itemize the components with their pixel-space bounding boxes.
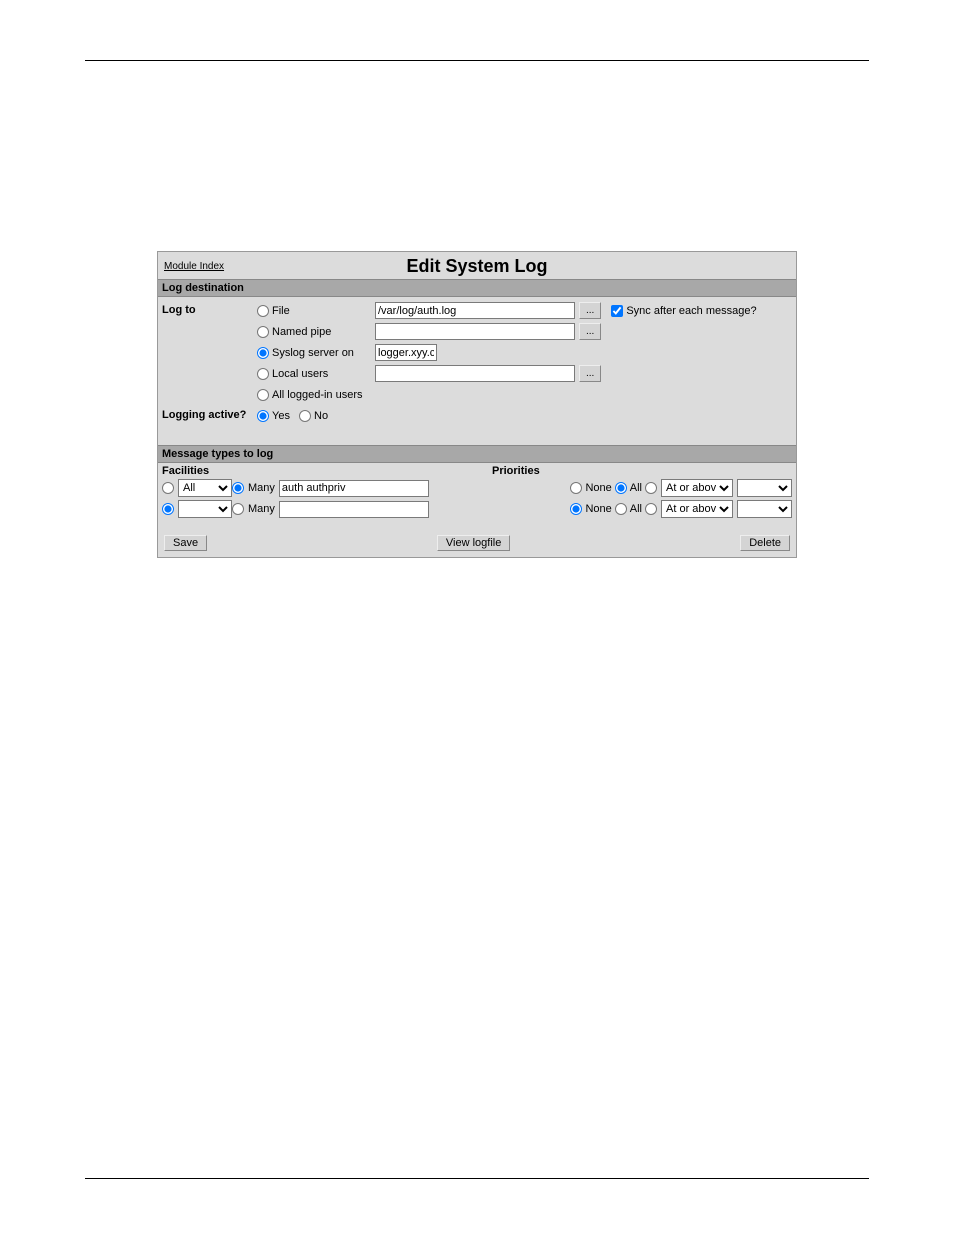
log-to-named-pipe-label: Named pipe: [272, 326, 331, 338]
priority-level-radio-2[interactable]: [645, 503, 657, 515]
log-to-file-label: File: [272, 305, 290, 317]
sync-label: Sync after each message?: [626, 305, 756, 317]
facility-select-2[interactable]: [178, 500, 232, 518]
syslog-server-input[interactable]: [375, 344, 437, 361]
facility-select-1[interactable]: All: [178, 479, 232, 497]
log-to-named-pipe-radio[interactable]: [257, 326, 269, 338]
log-to-syslog-label: Syslog server on: [272, 347, 354, 359]
edit-system-log-panel: Module Index Edit System Log Log destina…: [157, 251, 797, 558]
log-to-syslog-radio[interactable]: [257, 347, 269, 359]
view-logfile-button[interactable]: View logfile: [437, 535, 510, 551]
logging-active-no-radio[interactable]: [299, 410, 311, 422]
logging-active-yes-label: Yes: [272, 410, 290, 422]
priority-all-radio-1[interactable]: [615, 482, 627, 494]
module-index-link[interactable]: Module Index: [164, 261, 224, 272]
priority-level-select-2[interactable]: [737, 500, 792, 518]
action-row: Save View logfile Delete: [158, 529, 796, 557]
sync-checkbox[interactable]: [611, 305, 623, 317]
priority-all-radio-2[interactable]: [615, 503, 627, 515]
log-to-all-users-label: All logged-in users: [272, 389, 363, 401]
priority-none-label-2: None: [585, 503, 611, 515]
priority-none-radio-2[interactable]: [570, 503, 582, 515]
facilities-header: Facilities: [162, 465, 492, 477]
column-headers: Facilities Priorities: [158, 463, 796, 479]
logging-active-yes-radio[interactable]: [257, 410, 269, 422]
named-pipe-browse-button[interactable]: ...: [579, 323, 601, 340]
log-to-local-users-label: Local users: [272, 368, 328, 380]
log-to-file-radio[interactable]: [257, 305, 269, 317]
page-title: Edit System Log: [224, 256, 730, 277]
priority-all-label-1: All: [630, 482, 642, 494]
logging-active-label: Logging active?: [162, 406, 257, 421]
facility-many-input-2[interactable]: [279, 501, 429, 518]
log-to-all-users-radio[interactable]: [257, 389, 269, 401]
priority-op-select-2[interactable]: At or above..: [661, 500, 733, 518]
priority-none-label-1: None: [585, 482, 611, 494]
file-browse-button[interactable]: ...: [579, 302, 601, 319]
priority-level-radio-1[interactable]: [645, 482, 657, 494]
log-to-label: Log to: [162, 301, 257, 316]
facility-row-2: Many None All At or above..: [162, 500, 792, 518]
facility-many-label-2: Many: [248, 503, 275, 515]
facility-select-radio-2[interactable]: [162, 503, 174, 515]
message-types-header: Message types to log: [158, 445, 796, 463]
delete-button[interactable]: Delete: [740, 535, 790, 551]
facility-row-1: All Many None All At or abo: [162, 479, 792, 497]
save-button[interactable]: Save: [164, 535, 207, 551]
facility-many-radio-2[interactable]: [232, 503, 244, 515]
panel-header: Module Index Edit System Log: [158, 252, 796, 279]
log-destination-header: Log destination: [158, 279, 796, 297]
facility-select-radio-1[interactable]: [162, 482, 174, 494]
facility-many-label-1: Many: [248, 482, 275, 494]
priority-none-radio-1[interactable]: [570, 482, 582, 494]
file-path-input[interactable]: [375, 302, 575, 319]
named-pipe-input[interactable]: [375, 323, 575, 340]
logging-active-no-label: No: [314, 410, 328, 422]
local-users-input[interactable]: [375, 365, 575, 382]
local-users-browse-button[interactable]: ...: [579, 365, 601, 382]
priorities-header: Priorities: [492, 465, 540, 477]
priority-all-label-2: All: [630, 503, 642, 515]
log-destination-body: Log to File ... Sync after each message?: [158, 297, 796, 435]
priority-level-select-1[interactable]: [737, 479, 792, 497]
log-to-local-users-radio[interactable]: [257, 368, 269, 380]
facility-many-radio-1[interactable]: [232, 482, 244, 494]
priority-op-select-1[interactable]: At or above..: [661, 479, 733, 497]
facility-many-input-1[interactable]: [279, 480, 429, 497]
